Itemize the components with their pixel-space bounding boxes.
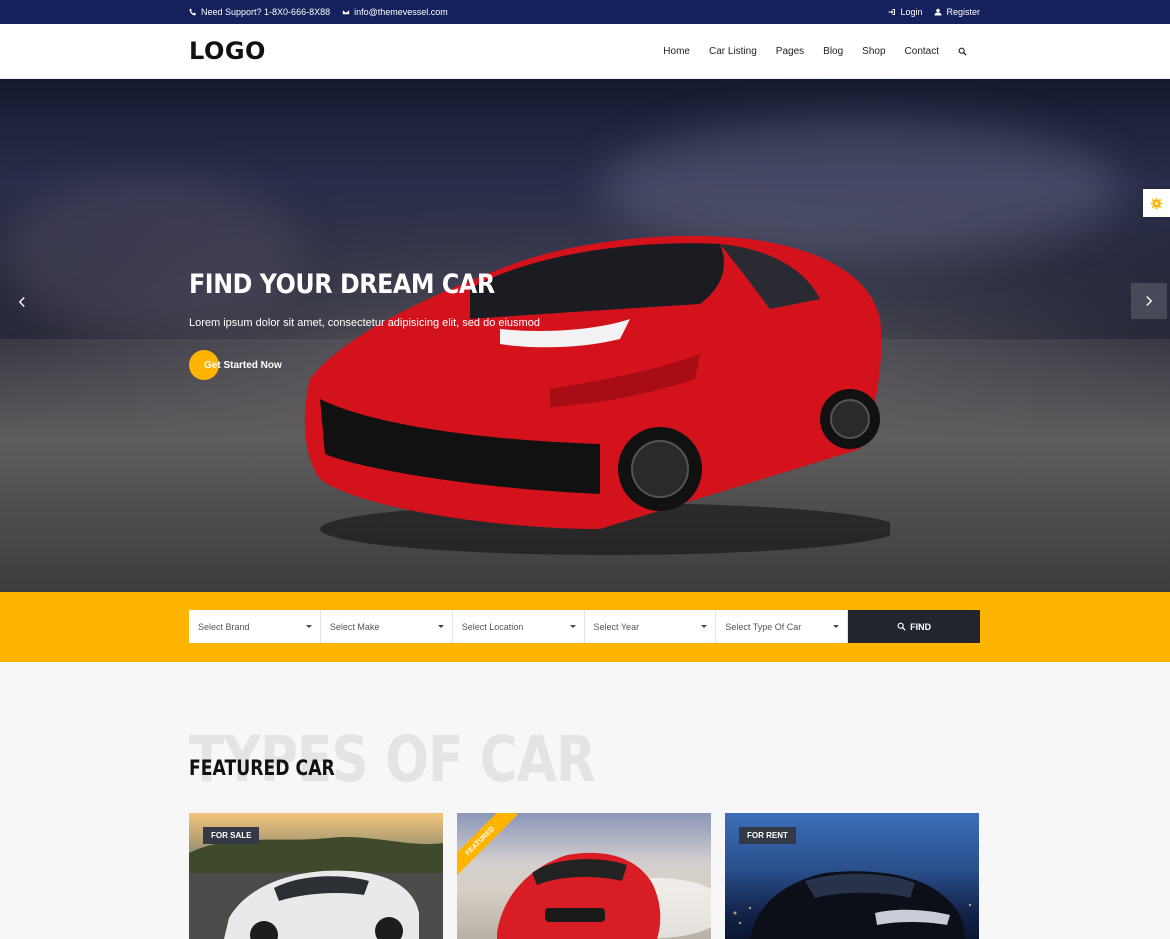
find-label: FIND <box>910 621 932 632</box>
select-year[interactable]: Select Year <box>584 610 717 643</box>
logo[interactable]: LOGO <box>189 37 266 65</box>
nav-pages[interactable]: Pages <box>776 46 804 57</box>
register-label: Register <box>946 7 980 17</box>
search-icon <box>897 622 906 631</box>
gear-icon <box>1150 197 1163 209</box>
select-brand-label: Select Brand <box>198 621 250 632</box>
top-bar-account: Login Register <box>888 0 980 24</box>
section-title: FEATURED CAR <box>189 756 335 780</box>
hero-cloud <box>0 179 300 329</box>
nav-home[interactable]: Home <box>663 46 690 57</box>
search-icon[interactable] <box>958 47 967 56</box>
for-sale-badge: FOR SALE <box>203 827 260 844</box>
caret-down-icon <box>437 625 444 628</box>
car-card[interactable]: FEATURED <box>457 813 711 939</box>
hero-title: FIND YOUR DREAM CAR <box>189 269 495 300</box>
get-started-button[interactable]: Get Started Now <box>189 350 282 380</box>
phone-icon <box>189 8 196 16</box>
chevron-right-icon <box>1146 296 1153 306</box>
login-label: Login <box>900 7 923 17</box>
select-year-label: Select Year <box>593 621 640 632</box>
top-bar-contact: Need Support? 1-8X0-666-8X88 info@themev… <box>189 0 448 24</box>
login-icon <box>888 9 896 15</box>
caret-down-icon <box>305 625 312 628</box>
caret-down-icon <box>701 625 708 628</box>
nav-shop[interactable]: Shop <box>862 46 885 57</box>
login-link[interactable]: Login <box>888 7 922 17</box>
envelope-icon <box>342 9 350 15</box>
register-link[interactable]: Register <box>934 7 980 17</box>
select-make-label: Select Make <box>329 621 380 632</box>
caret-down-icon <box>569 625 576 628</box>
nav-contact[interactable]: Contact <box>905 46 939 57</box>
select-brand[interactable]: Select Brand <box>189 610 321 643</box>
support-phone[interactable]: Need Support? 1-8X0-666-8X88 <box>189 7 330 17</box>
hero-subtitle: Lorem ipsum dolor sit amet, consectetur … <box>189 317 540 329</box>
user-icon <box>934 8 942 16</box>
select-location[interactable]: Select Location <box>452 610 585 643</box>
for-rent-badge: FOR RENT <box>739 827 796 844</box>
select-location-label: Select Location <box>461 621 524 632</box>
select-type-label: Select Type Of Car <box>725 621 802 632</box>
support-text: Need Support? 1-8X0-666-8X88 <box>201 7 331 17</box>
slider-prev-button[interactable] <box>12 292 32 312</box>
support-email[interactable]: info@themevessel.com <box>342 7 448 17</box>
chevron-left-icon <box>18 297 25 307</box>
car-search-bar: Select Brand Select Make Select Location… <box>0 592 1170 662</box>
hero-slider: FIND YOUR DREAM CAR Lorem ipsum dolor si… <box>0 79 1170 592</box>
top-bar: Need Support? 1-8X0-666-8X88 info@themev… <box>0 0 1170 24</box>
email-text: info@themevessel.com <box>354 7 448 17</box>
slider-next-button[interactable] <box>1131 283 1167 319</box>
caret-down-icon <box>833 625 840 628</box>
select-make[interactable]: Select Make <box>320 610 453 643</box>
get-started-label: Get Started Now <box>204 359 282 371</box>
site-header: LOGO Home Car Listing Pages Blog Shop Co… <box>0 24 1170 79</box>
search-row: Select Brand Select Make Select Location… <box>189 610 981 643</box>
settings-toggle[interactable] <box>1143 189 1170 217</box>
select-type-of-car[interactable]: Select Type Of Car <box>716 610 849 643</box>
find-button[interactable]: FIND <box>848 610 981 643</box>
nav-blog[interactable]: Blog <box>823 46 843 57</box>
main-nav: Home Car Listing Pages Blog Shop Contact <box>663 24 967 79</box>
car-card[interactable]: FOR SALE <box>189 813 443 939</box>
car-card[interactable]: FOR RENT <box>725 813 979 939</box>
nav-car-listing[interactable]: Car Listing <box>709 46 757 57</box>
